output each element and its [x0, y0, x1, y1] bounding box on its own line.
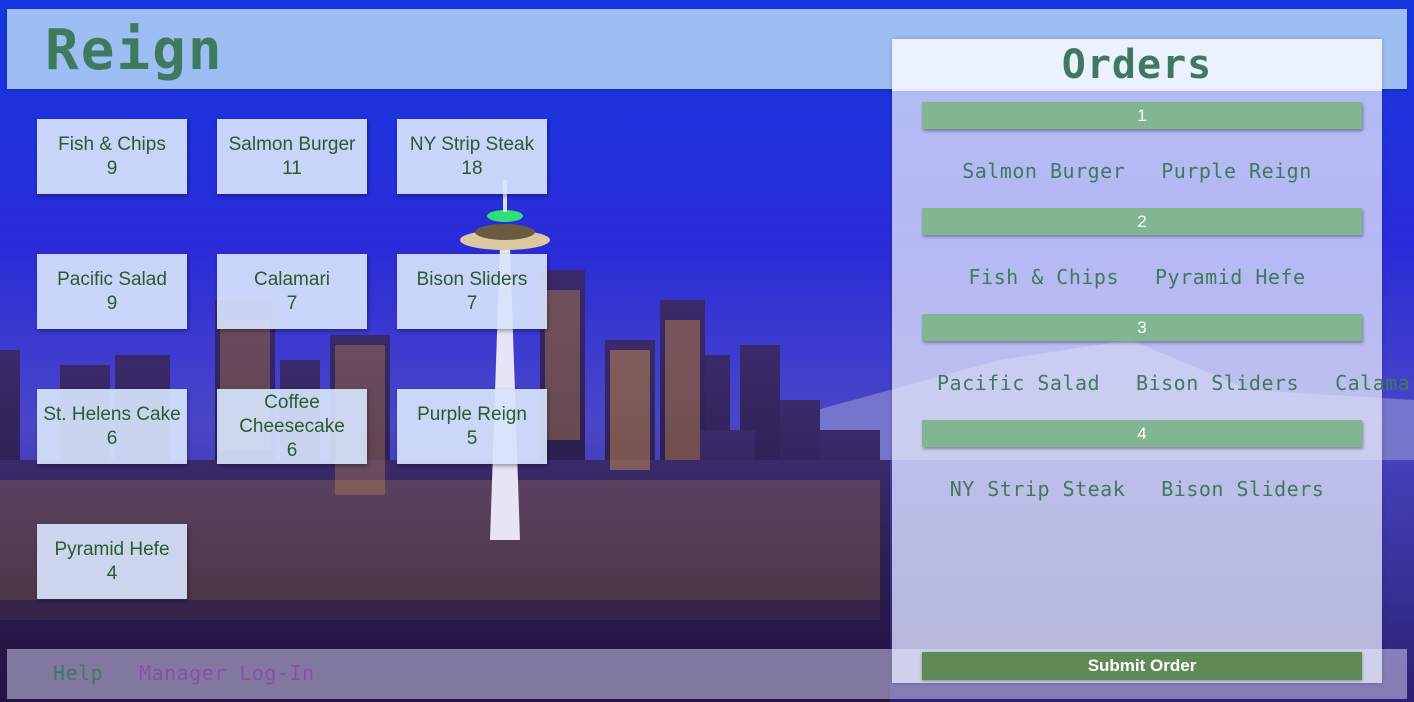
- order-items-2: Fish & Chips Pyramid Hefe: [892, 257, 1382, 297]
- menu-item-name: Pacific Salad: [57, 268, 167, 290]
- order-header-2[interactable]: 2: [922, 208, 1362, 235]
- order-items-4: NY Strip Steak Bison Sliders: [892, 469, 1382, 509]
- menu-item-calamari[interactable]: Calamari 7: [217, 254, 367, 329]
- help-link[interactable]: Help: [53, 661, 103, 685]
- menu-item-ny-strip-steak[interactable]: NY Strip Steak 18: [397, 119, 547, 194]
- menu-item-price: 6: [286, 439, 298, 461]
- orders-panel: Orders 1 Salmon Burger Purple Reign 2 Fi…: [892, 39, 1414, 683]
- menu-item-price: 6: [106, 427, 118, 449]
- order-line-item[interactable]: Pacific Salad: [937, 371, 1100, 395]
- menu-item-fish-and-chips[interactable]: Fish & Chips 9: [37, 119, 187, 194]
- order-items-1: Salmon Burger Purple Reign: [892, 151, 1382, 191]
- order-line-item[interactable]: Purple Reign: [1161, 159, 1312, 183]
- menu-item-pacific-salad[interactable]: Pacific Salad 9: [37, 254, 187, 329]
- menu-item-name: Purple Reign: [417, 403, 527, 425]
- menu-item-price: 18: [461, 157, 483, 179]
- order-line-item[interactable]: NY Strip Steak: [950, 477, 1126, 501]
- menu-item-salmon-burger[interactable]: Salmon Burger 11: [217, 119, 367, 194]
- menu-item-coffee-cheesecake[interactable]: Coffee Cheesecake 6: [217, 389, 367, 464]
- order-line-item[interactable]: Bison Sliders: [1161, 477, 1324, 501]
- menu-item-name: Fish & Chips: [58, 133, 166, 155]
- menu-item-name: Salmon Burger: [228, 133, 356, 155]
- brand-title: Reign: [45, 18, 224, 83]
- menu-item-price: 5: [466, 427, 478, 449]
- order-header-3[interactable]: 3: [922, 314, 1362, 341]
- menu-item-price: 9: [106, 292, 118, 314]
- orders-title: Orders: [892, 39, 1382, 91]
- menu-item-purple-reign[interactable]: Purple Reign 5: [397, 389, 547, 464]
- order-header-4[interactable]: 4: [922, 420, 1362, 447]
- menu-item-name: Bison Sliders: [416, 268, 528, 290]
- menu-item-price: 7: [466, 292, 478, 314]
- menu-item-price: 9: [106, 157, 118, 179]
- menu-item-st-helens-cake[interactable]: St. Helens Cake 6: [37, 389, 187, 464]
- order-items-3: Pacific Salad Bison Sliders Calamari: [892, 363, 1414, 403]
- order-line-item[interactable]: Fish & Chips: [969, 265, 1120, 289]
- submit-order-button[interactable]: Submit Order: [922, 652, 1362, 680]
- menu-item-name: Pyramid Hefe: [54, 538, 170, 560]
- menu-item-pyramid-hefe[interactable]: Pyramid Hefe 4: [37, 524, 187, 599]
- menu-item-name: Calamari: [253, 268, 331, 290]
- manager-login-link[interactable]: Manager Log-In: [139, 661, 315, 685]
- order-line-item[interactable]: Salmon Burger: [962, 159, 1125, 183]
- menu-item-name: Coffee Cheesecake: [239, 391, 345, 437]
- menu-item-name: St. Helens Cake: [43, 403, 181, 425]
- menu-item-price: 11: [282, 157, 302, 179]
- menu-item-bison-sliders[interactable]: Bison Sliders 7: [397, 254, 547, 329]
- order-header-1[interactable]: 1: [922, 102, 1362, 129]
- menu-item-price: 7: [286, 292, 298, 314]
- menu-item-price: 4: [106, 562, 118, 584]
- menu-item-name: NY Strip Steak: [409, 133, 535, 155]
- order-line-item[interactable]: Calamari: [1335, 371, 1414, 395]
- order-line-item[interactable]: Pyramid Hefe: [1155, 265, 1306, 289]
- order-line-item[interactable]: Bison Sliders: [1136, 371, 1299, 395]
